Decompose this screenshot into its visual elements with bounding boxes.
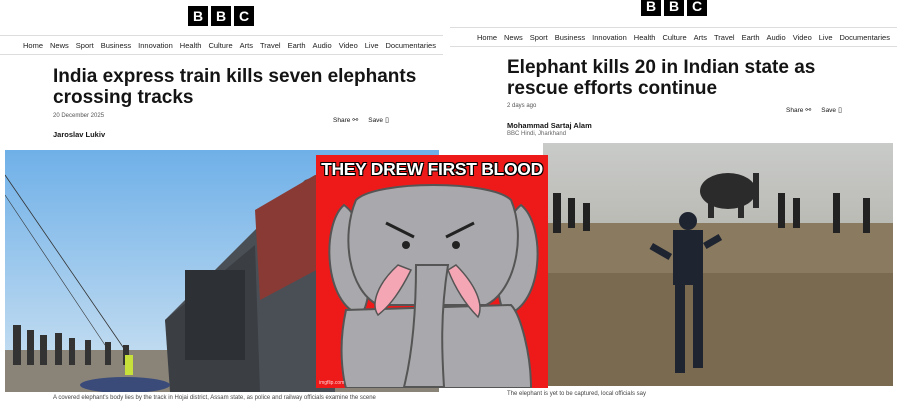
article-author: Jaroslav Lukiv [53,130,106,139]
article-headline: Elephant kills 20 in Indian state as res… [507,57,815,99]
nav-item-earth[interactable]: Earth [742,33,760,42]
bookmark-icon: ▯ [838,107,842,114]
headline-line: rescue efforts continue [507,78,718,99]
share-button[interactable]: Share ⚯ [786,106,811,114]
bbc-logo[interactable]: B B C [641,0,707,16]
headline-line: India express train kills seven elephant… [53,66,417,87]
elephant-photo-image [543,143,893,386]
nav-item-travel[interactable]: Travel [260,41,281,50]
bbc-logo-letter: B [641,0,661,16]
nav-item-audio[interactable]: Audio [767,33,786,42]
share-icon: ⚯ [805,107,812,114]
bbc-logo-letter: B [188,6,208,26]
bbc-logo-letter: C [234,6,254,26]
nav-item-documentaries[interactable]: Documentaries [840,33,890,42]
bbc-logo[interactable]: B B C [188,6,254,26]
share-icon: ⚯ [352,117,359,124]
nav-item-video[interactable]: Video [339,41,358,50]
article-author-affiliation: BBC Hindi, Jharkhand [507,131,567,137]
nav-item-news[interactable]: News [504,33,523,42]
nav-item-live[interactable]: Live [365,41,379,50]
save-label: Save [368,117,384,124]
meme-image: THEY DREW FIRST BLOOD imgflip.com [316,155,548,388]
nav-item-home[interactable]: Home [477,33,497,42]
nav-item-business[interactable]: Business [101,41,131,50]
nav-item-arts[interactable]: Arts [694,33,707,42]
nav-item-health[interactable]: Health [634,33,656,42]
nav-item-sport[interactable]: Sport [76,41,94,50]
nav-item-live[interactable]: Live [819,33,833,42]
nav-item-documentaries[interactable]: Documentaries [386,41,436,50]
nav-item-health[interactable]: Health [180,41,202,50]
save-button[interactable]: Save ▯ [368,116,389,124]
article-headline: India express train kills seven elephant… [53,66,416,108]
nav-item-earth[interactable]: Earth [288,41,306,50]
nav-item-audio[interactable]: Audio [313,41,332,50]
nav-item-home[interactable]: Home [23,41,43,50]
elephant-photo [543,143,893,386]
nav-item-travel[interactable]: Travel [714,33,735,42]
photo-caption: A covered elephant's body lies by the tr… [53,395,376,401]
cartoon-elephant [316,155,548,388]
nav-item-culture[interactable]: Culture [208,41,232,50]
share-save-row: Share ⚯ Save ▯ [786,106,842,114]
nav-item-innovation[interactable]: Innovation [592,33,627,42]
share-label: Share [333,117,351,124]
share-save-row: Share ⚯ Save ▯ [333,116,389,124]
headline-line: crossing tracks [53,87,194,108]
meme-caption: THEY DREW FIRST BLOOD [321,159,543,179]
photo-caption: The elephant is yet to be captured, loca… [507,391,646,397]
bbc-logo-letter: B [664,0,684,16]
headline-line: Elephant kills 20 in Indian state as [507,57,816,78]
article-date: 20 December 2025 [53,113,105,119]
bbc-logo-letter: B [211,6,231,26]
article-date: 2 days ago [507,103,537,109]
nav-item-arts[interactable]: Arts [240,41,253,50]
nav-bar: Home News Sport Business Innovation Heal… [450,27,897,47]
save-button[interactable]: Save ▯ [821,106,842,114]
article-author: Mohammad Sartaj Alam [507,121,592,130]
share-label: Share [786,107,804,114]
nav-item-culture[interactable]: Culture [662,33,686,42]
nav-item-innovation[interactable]: Innovation [138,41,173,50]
bbc-logo-letter: C [687,0,707,16]
save-label: Save [821,107,837,114]
nav-item-business[interactable]: Business [555,33,585,42]
nav-item-sport[interactable]: Sport [530,33,548,42]
share-button[interactable]: Share ⚯ [333,116,358,124]
meme-watermark: imgflip.com [319,380,345,386]
bookmark-icon: ▯ [385,117,389,124]
nav-item-news[interactable]: News [50,41,69,50]
nav-bar: Home News Sport Business Innovation Heal… [0,35,443,55]
nav-item-video[interactable]: Video [793,33,812,42]
